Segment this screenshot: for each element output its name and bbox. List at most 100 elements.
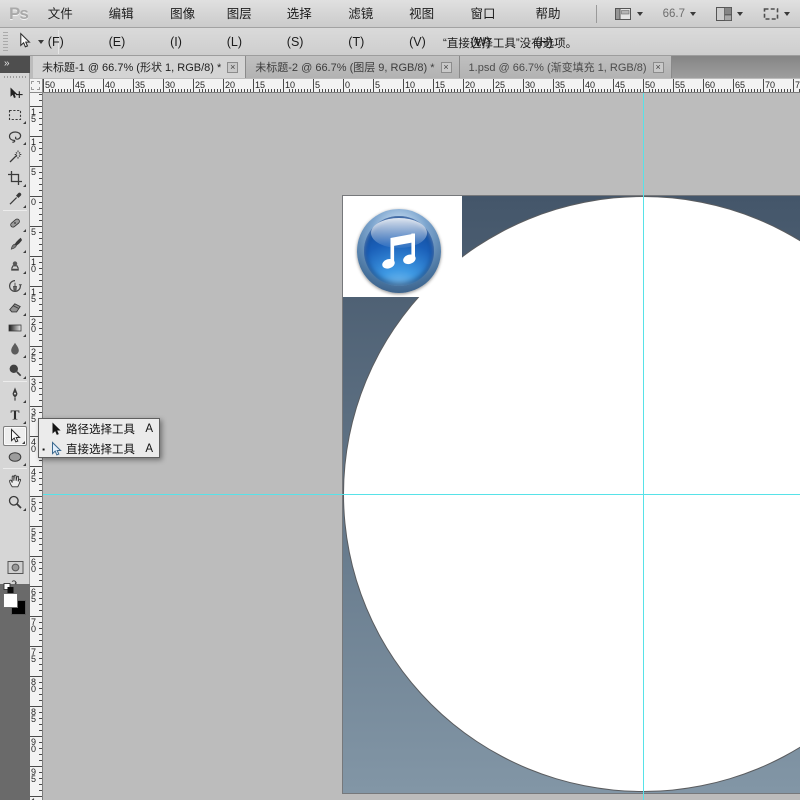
menu-item-0[interactable]: 文件(F) (38, 0, 99, 28)
quick-mask-mode-button[interactable] (3, 557, 27, 577)
menu-item-8[interactable]: 帮助(H) (525, 0, 587, 28)
ruler-tick (39, 730, 42, 731)
ruler-tick (694, 89, 695, 92)
eyedropper-tool[interactable] (3, 189, 27, 209)
pathsel-tool[interactable] (3, 426, 27, 446)
menu-item-3[interactable]: 图层(L) (217, 0, 277, 28)
ruler-label: 50 (645, 80, 655, 90)
white-square-layer[interactable] (343, 196, 462, 297)
options-bar-grip[interactable] (3, 32, 8, 52)
ruler-tick (52, 89, 53, 92)
blur-tool[interactable] (3, 339, 27, 359)
dodge-tool[interactable] (3, 360, 27, 380)
menu-item-7[interactable]: 窗口(W) (461, 0, 526, 28)
pen-tool[interactable] (3, 384, 27, 404)
ruler-tick (388, 89, 389, 92)
menu-item-2[interactable]: 图像(I) (160, 0, 217, 28)
ruler-tick (385, 89, 386, 92)
ruler-label: 60 (31, 559, 36, 572)
history-tool[interactable] (3, 276, 27, 296)
ruler-tick (67, 89, 68, 92)
default-colors-icon[interactable] (3, 579, 18, 593)
flyout-item-shortcut: A (143, 423, 159, 435)
horizontal-guide[interactable] (43, 494, 800, 495)
screen-mode-button[interactable] (760, 3, 793, 25)
ruler-tick (39, 532, 42, 533)
stamp-tool[interactable] (3, 255, 27, 275)
document-tab-3[interactable]: 1.psd @ 66.7% (渐变填充 1, RGB/8)× (460, 56, 672, 78)
ruler-tick (39, 628, 42, 629)
ruler-tick (190, 89, 191, 92)
ruler-tick (39, 544, 42, 545)
launch-bridge-button[interactable] (612, 3, 646, 25)
ruler-tick (394, 89, 395, 92)
ruler-tick (325, 89, 326, 92)
ruler-label: 25 (495, 80, 505, 90)
ruler-tick (349, 89, 350, 92)
ruler-tick (124, 89, 125, 92)
flyout-item-path-selection[interactable]: 路径选择工具A (39, 419, 159, 439)
ruler-tick (39, 124, 42, 125)
ruler-tick (238, 89, 239, 92)
ruler-tick (433, 79, 434, 92)
document-tab-2[interactable]: 未标题-2 @ 66.7% (图层 9, RGB/8) *× (246, 56, 459, 78)
menu-item-5[interactable]: 滤镜(T) (338, 0, 399, 28)
current-tool-preview[interactable] (16, 31, 50, 53)
crop-tool[interactable] (3, 168, 27, 188)
horizontal-ruler[interactable]: 5045403530252015105051015202530354045505… (43, 79, 800, 93)
tab-close-icon[interactable]: × (441, 62, 452, 73)
hand-tool[interactable] (3, 471, 27, 491)
ruler-label: 55 (31, 529, 36, 542)
type-tool[interactable]: T (3, 405, 27, 425)
ellipse-tool[interactable] (3, 447, 27, 467)
tab-close-icon[interactable]: × (653, 62, 664, 73)
ruler-tick (157, 89, 158, 92)
itunes-icon[interactable] (357, 209, 441, 293)
ruler-tick (337, 89, 338, 92)
move-tool[interactable] (3, 84, 27, 104)
lasso-tool[interactable] (3, 126, 27, 146)
marquee-tool[interactable] (3, 105, 27, 125)
tab-close-icon[interactable]: × (227, 62, 238, 73)
gradient-tool[interactable] (3, 318, 27, 338)
ruler-tick (39, 280, 42, 281)
workspace-switcher-button[interactable] (713, 3, 746, 25)
ruler-tick (679, 89, 680, 92)
foreground-color-swatch[interactable] (3, 593, 18, 608)
current-tool-marker: ▪ (39, 445, 48, 454)
tools-panel-collapse-button[interactable]: » (0, 56, 30, 73)
tools-panel-grip[interactable] (4, 76, 26, 78)
zoom-level-control[interactable]: 66.7 (660, 3, 699, 25)
healing-tool[interactable] (3, 213, 27, 233)
ruler-tick (460, 89, 461, 92)
flyout-item-direct-selection[interactable]: ▪直接选择工具A (39, 439, 159, 459)
ruler-tick (280, 89, 281, 92)
zoom-tool[interactable] (3, 492, 27, 512)
tools-divider (3, 468, 27, 469)
ruler-tick (232, 89, 233, 92)
ruler-tick (268, 89, 269, 92)
ruler-tick (517, 89, 518, 92)
document-tab-1[interactable]: 未标题-1 @ 66.7% (形状 1, RGB/8) *× (33, 56, 246, 78)
ruler-tick (403, 79, 404, 92)
flyout-corner-icon (22, 441, 25, 444)
ruler-tick (604, 89, 605, 92)
ruler-origin-corner[interactable] (30, 79, 43, 93)
ruler-tick (39, 262, 42, 263)
ruler-tick (211, 89, 212, 92)
vertical-guide[interactable] (643, 93, 644, 800)
menu-item-4[interactable]: 选择(S) (277, 0, 338, 28)
eraser-tool[interactable] (3, 297, 27, 317)
ruler-tick (478, 89, 479, 92)
ruler-tick (241, 89, 242, 92)
chevron-down-icon (690, 12, 696, 16)
ruler-label: 0 (31, 199, 36, 206)
wand-tool[interactable] (3, 147, 27, 167)
ruler-tick (514, 89, 515, 92)
menu-item-1[interactable]: 编辑(E) (99, 0, 160, 28)
brush-tool[interactable] (3, 234, 27, 254)
ruler-label: 20 (465, 80, 475, 90)
menu-item-6[interactable]: 视图(V) (399, 0, 460, 28)
ruler-label: 45 (615, 80, 625, 90)
ruler-tick (39, 292, 42, 293)
